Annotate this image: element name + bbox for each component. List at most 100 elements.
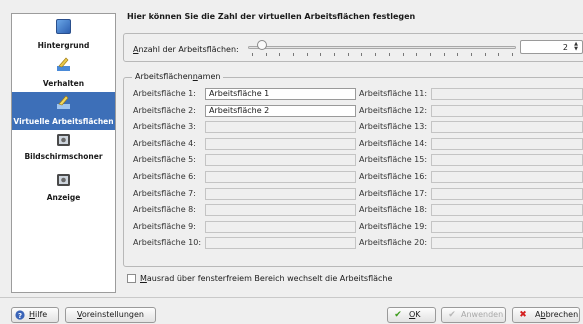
workspace-name-input[interactable] xyxy=(205,154,356,167)
workspace-label: Arbeitsfläche 5: xyxy=(133,155,196,165)
checkmark-icon: ✔ xyxy=(394,310,402,320)
workspace-name-input[interactable] xyxy=(205,171,356,183)
mousewheel-checkbox[interactable] xyxy=(127,274,136,283)
slider-tick xyxy=(512,53,513,56)
sidebar-item-label: Bildschirmschoner xyxy=(24,152,103,161)
slider-handle[interactable] xyxy=(257,40,267,50)
sidebar-item-verhalten[interactable]: Verhalten xyxy=(12,54,115,92)
apply-button[interactable]: ✔ Anwenden xyxy=(441,307,506,323)
sidebar-item-label: Virtuelle Arbeitsflächen xyxy=(13,117,114,126)
workspace-name-input[interactable] xyxy=(205,137,356,150)
slider-tick xyxy=(252,53,253,56)
workspace-label: Arbeitsfläche 3: xyxy=(133,122,196,132)
workspace-name-input[interactable] xyxy=(431,171,583,183)
help-icon: ? xyxy=(15,310,25,320)
sidebar-item-virtuelle-arbeitsflaechen[interactable]: Virtuelle Arbeitsflächen xyxy=(12,92,115,130)
workspace-label: Arbeitsfläche 9: xyxy=(133,221,196,231)
slider-tick xyxy=(306,53,308,56)
defaults-button[interactable]: Voreinstellungen xyxy=(65,307,156,323)
workspace-name-input[interactable] xyxy=(205,220,356,233)
slider-tick xyxy=(320,53,322,56)
sidebar-item-bildschirmschoner[interactable]: Bildschirmschoner xyxy=(12,130,115,168)
apply-button-label: Anwenden xyxy=(461,310,504,319)
help-button-label: Hilfe xyxy=(29,310,48,319)
workspace-label: Arbeitsfläche 11: xyxy=(359,89,428,98)
desktop-background-icon xyxy=(56,19,71,34)
sidebar-item-label: Verhalten xyxy=(42,79,85,88)
workspace-label: Arbeitsfläche 17: xyxy=(359,188,428,198)
workspace-label: Arbeitsfläche 16: xyxy=(359,172,428,181)
workspace-label: Arbeitsfläche 2: xyxy=(133,105,196,115)
workspace-label: Arbeitsfläche 14: xyxy=(359,138,428,148)
spin-arrows-icon[interactable]: ▲ ▼ xyxy=(571,42,581,52)
sidebar: Hintergrund Verhalten Virtuelle Arbeitsf… xyxy=(11,13,116,293)
workspace-name-input[interactable] xyxy=(431,220,583,233)
desktop-count-label: Anzahl der Arbeitsflächen: xyxy=(133,45,239,54)
workspace-label: Arbeitsfläche 7: xyxy=(133,188,196,198)
workspace-label: Arbeitsfläche 6: xyxy=(133,172,196,181)
workspace-name-input[interactable] xyxy=(205,237,356,250)
slider-tick xyxy=(416,53,418,56)
slider-tick xyxy=(443,53,445,56)
desktop-count-spinbox[interactable]: 2 ▲ ▼ xyxy=(520,40,583,54)
sidebar-item-anzeige[interactable]: Anzeige xyxy=(12,168,115,206)
slider-tick xyxy=(347,53,349,56)
footer-divider xyxy=(0,297,583,298)
slider-tick xyxy=(293,53,295,56)
desktop-count-slider[interactable] xyxy=(248,46,516,49)
display-monitor-icon xyxy=(56,173,71,188)
workspace-name-input[interactable] xyxy=(205,121,356,134)
slider-tick xyxy=(334,53,336,56)
ok-button[interactable]: ✔ OK xyxy=(387,307,436,323)
workspace-name-input[interactable] xyxy=(431,137,583,150)
workspace-name-input[interactable]: Arbeitsfläche 2 xyxy=(205,104,356,117)
workspace-label: Arbeitsfläche 18: xyxy=(359,205,428,215)
slider-tick xyxy=(265,53,267,56)
slider-tick xyxy=(498,53,500,56)
workspace-name-input[interactable] xyxy=(205,187,356,200)
workspace-name-input[interactable] xyxy=(431,154,583,167)
workspace-name-input[interactable]: Arbeitsfläche 1 xyxy=(205,88,356,100)
slider-tick xyxy=(375,53,377,56)
mousewheel-checkbox-label: Mausrad über fensterfreiem Bereich wechs… xyxy=(140,274,393,283)
help-button[interactable]: ? Hilfe xyxy=(11,307,59,323)
defaults-button-label: Voreinstellungen xyxy=(77,310,144,319)
slider-tick xyxy=(361,53,363,56)
sidebar-item-hintergrund[interactable]: Hintergrund xyxy=(12,16,115,54)
workspace-name-input[interactable] xyxy=(431,104,583,117)
slider-tick xyxy=(470,53,472,56)
slider-tick xyxy=(484,53,486,56)
svg-text:?: ? xyxy=(18,312,22,320)
virtual-desktops-icon xyxy=(56,95,71,110)
workspace-label: Arbeitsfläche 13: xyxy=(359,122,428,132)
cancel-button-label: Abbrechen xyxy=(535,310,579,319)
workspace-label: Arbeitsfläche 12: xyxy=(359,105,428,115)
slider-tick xyxy=(429,53,431,56)
sidebar-item-label: Hintergrund xyxy=(37,41,90,50)
workspace-name-input[interactable] xyxy=(431,237,583,250)
ok-button-label: OK xyxy=(409,310,421,319)
workspace-name-input[interactable] xyxy=(431,187,583,200)
behavior-tools-icon xyxy=(56,57,71,72)
sidebar-item-label: Anzeige xyxy=(46,193,81,202)
workspace-name-input[interactable] xyxy=(431,121,583,134)
cancel-button[interactable]: ✖ Abbrechen xyxy=(512,307,580,323)
slider-tick xyxy=(388,53,390,56)
desktop-names-title: Arbeitsflächennamen xyxy=(132,72,224,81)
workspace-label: Arbeitsfläche 19: xyxy=(359,221,428,231)
page-title: Hier können Sie die Zahl der virtuellen … xyxy=(127,12,416,21)
slider-tick xyxy=(457,53,459,56)
workspace-label: Arbeitsfläche 4: xyxy=(133,138,196,148)
workspace-name-input[interactable] xyxy=(431,204,583,217)
checkmark-icon: ✔ xyxy=(448,310,456,320)
desktop-count-value: 2 xyxy=(562,43,568,52)
workspace-name-input[interactable] xyxy=(205,204,356,217)
slider-tick xyxy=(402,53,404,56)
slider-tick xyxy=(279,53,281,56)
screensaver-monitor-icon xyxy=(56,133,71,148)
workspace-label: Arbeitsfläche 20: xyxy=(359,238,428,248)
close-icon: ✖ xyxy=(519,310,527,320)
workspace-name-input[interactable] xyxy=(431,88,583,100)
workspace-label: Arbeitsfläche 15: xyxy=(359,155,428,165)
workspace-label: Arbeitsfläche 8: xyxy=(133,205,196,215)
